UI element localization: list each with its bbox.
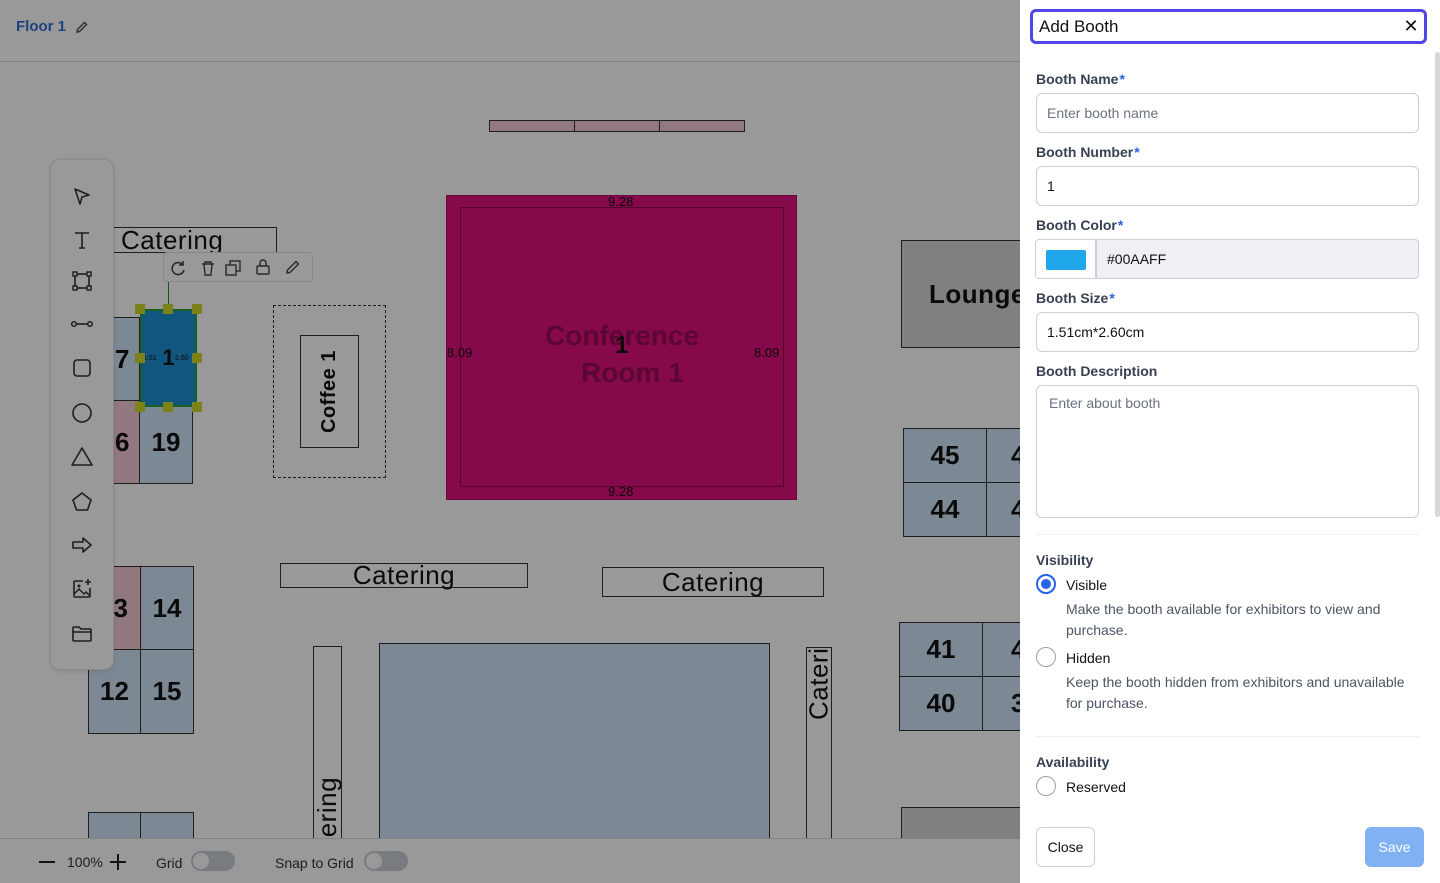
visible-description: Make the booth available for exhibitors … [1066, 601, 1381, 638]
close-button[interactable]: Close [1036, 827, 1095, 867]
divider [1036, 534, 1419, 535]
booth-description-placeholder: Enter about booth [1049, 395, 1161, 411]
drawer-footer: Close Save [1020, 808, 1440, 883]
drawer-body[interactable]: Booth Name* Enter booth name Booth Numbe… [1020, 52, 1440, 808]
hidden-description: Keep the booth hidden from exhibitors an… [1066, 674, 1405, 711]
booth-number-value: 1 [1047, 178, 1055, 194]
booth-size-value: 1.51cm*2.60cm [1047, 324, 1145, 340]
divider [1036, 736, 1419, 737]
booth-description-textarea[interactable]: Enter about booth [1036, 385, 1419, 518]
booth-size-label: Booth Size* [1036, 290, 1115, 306]
booth-size-input[interactable]: 1.51cm*2.60cm [1036, 312, 1419, 352]
close-icon[interactable]: ✕ [1400, 15, 1422, 37]
booth-name-placeholder: Enter booth name [1047, 105, 1159, 121]
add-booth-drawer: Add Booth ✕ Booth Name* Enter booth name… [1020, 0, 1440, 883]
hidden-label[interactable]: Hidden [1066, 650, 1110, 666]
booth-name-input[interactable]: Enter booth name [1036, 93, 1419, 133]
booth-number-input[interactable]: 1 [1036, 166, 1419, 206]
booth-number-label: Booth Number* [1036, 144, 1140, 160]
hidden-radio[interactable] [1036, 647, 1056, 667]
booth-color-field: #00AAFF [1035, 239, 1419, 279]
visibility-heading: Visibility [1036, 552, 1094, 568]
color-hex-input[interactable]: #00AAFF [1096, 239, 1419, 279]
reserved-radio[interactable] [1036, 776, 1056, 796]
reserved-label[interactable]: Reserved [1066, 779, 1126, 795]
color-picker-button[interactable] [1035, 239, 1096, 279]
visible-label[interactable]: Visible [1066, 577, 1107, 593]
save-button[interactable]: Save [1365, 827, 1424, 867]
booth-name-label: Booth Name* [1036, 71, 1125, 87]
color-hex-value: #00AAFF [1107, 251, 1167, 267]
drawer-title: Add Booth [1039, 17, 1119, 36]
booth-color-label: Booth Color* [1036, 217, 1124, 233]
booth-description-label: Booth Description [1036, 363, 1158, 379]
availability-heading: Availability [1036, 754, 1110, 770]
drawer-header: Add Booth ✕ [1030, 9, 1427, 44]
visible-radio[interactable] [1036, 574, 1056, 594]
color-swatch [1046, 250, 1086, 270]
drawer-scrollbar[interactable] [1435, 52, 1440, 517]
